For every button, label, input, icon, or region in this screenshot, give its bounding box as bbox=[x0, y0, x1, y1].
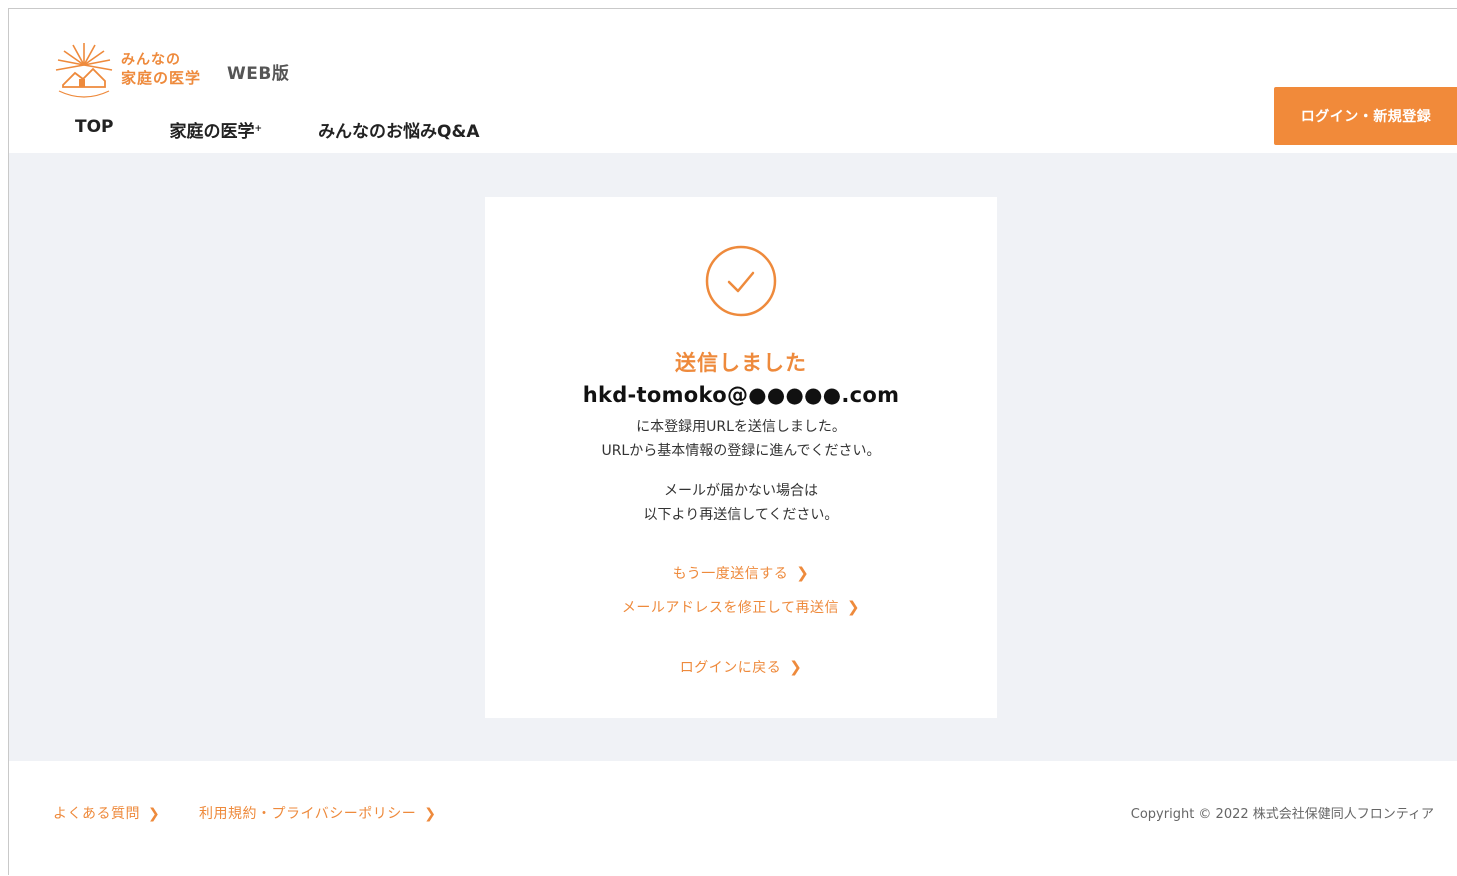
email-address: hkd-tomoko@●●●●●.com bbox=[582, 383, 900, 407]
sent-title: 送信しました bbox=[675, 351, 807, 375]
chevron-right-icon: ❯ bbox=[148, 806, 161, 822]
nav-plus-mark: + bbox=[254, 124, 263, 134]
edit-email-resend-link[interactable]: メールアドレスを修正して再送信 ❯ bbox=[485, 597, 997, 617]
nav-item-katei-no-igaku[interactable]: 家庭の医学+ bbox=[170, 117, 263, 142]
nav-item-top[interactable]: TOP bbox=[75, 117, 114, 142]
login-register-button[interactable]: ログイン・新規登録 bbox=[1274, 87, 1457, 145]
chevron-right-icon: ❯ bbox=[424, 806, 437, 822]
web-version-label: WEB版 bbox=[227, 64, 290, 84]
logo-line-1: みんなの bbox=[121, 52, 181, 68]
copyright-text: Copyright © 2022 株式会社保健同人フロンティア bbox=[1130, 807, 1434, 822]
main-nav: TOP 家庭の医学+ みんなのお悩みQ&A bbox=[75, 117, 536, 142]
resend-link[interactable]: もう一度送信する ❯ bbox=[485, 563, 997, 583]
chevron-right-icon: ❯ bbox=[796, 564, 810, 582]
sent-message-line-1: に本登録用URLを送信しました。 bbox=[636, 419, 846, 435]
faq-link[interactable]: よくある質問 ❯ bbox=[53, 803, 160, 823]
nav-item-katei-label: 家庭の医学 bbox=[169, 122, 255, 142]
chevron-right-icon: ❯ bbox=[789, 658, 803, 676]
browser-frame: みんなの 家庭の医学 WEB版 TOP 家庭の医学+ みんなのお悩みQ&A ログ… bbox=[8, 8, 1457, 876]
resend-instruction: メールが届かない場合は 以下より再送信してください。 bbox=[485, 479, 997, 527]
main-content: 送信しました hkd-tomoko@●●●●●.com に本登録用URLを送信し… bbox=[9, 153, 1457, 761]
sun-house-logo-icon bbox=[55, 43, 113, 98]
site-header: みんなの 家庭の医学 WEB版 TOP 家庭の医学+ みんなのお悩みQ&A ログ… bbox=[9, 9, 1457, 153]
site-footer: よくある質問 ❯ 利用規約・プライバシーポリシー ❯ Copyright © 202… bbox=[9, 761, 1457, 876]
resend-instruction-line-1: メールが届かない場合は bbox=[664, 483, 818, 499]
confirmation-card: 送信しました hkd-tomoko@●●●●●.com に本登録用URLを送信し… bbox=[485, 197, 997, 718]
faq-link-label: よくある質問 bbox=[53, 806, 140, 822]
back-to-login-label: ログインに戻る bbox=[679, 660, 782, 676]
site-logo[interactable]: みんなの 家庭の医学 bbox=[53, 41, 213, 101]
terms-privacy-link[interactable]: 利用規約・プライバシーポリシー ❯ bbox=[199, 803, 436, 823]
resend-link-label: もう一度送信する bbox=[672, 566, 789, 582]
back-to-login-link[interactable]: ログインに戻る ❯ bbox=[485, 657, 997, 677]
logo-line-2: 家庭の医学 bbox=[121, 69, 202, 87]
edit-email-link-label: メールアドレスを修正して再送信 bbox=[621, 600, 839, 616]
terms-link-label: 利用規約・プライバシーポリシー bbox=[199, 806, 417, 822]
check-circle-icon bbox=[705, 245, 777, 317]
sent-message: に本登録用URLを送信しました。 URLから基本情報の登録に進んでください。 bbox=[485, 415, 997, 463]
chevron-right-icon: ❯ bbox=[847, 598, 861, 616]
resend-instruction-line-2: 以下より再送信してください。 bbox=[643, 507, 839, 523]
logo-text: みんなの 家庭の医学 bbox=[121, 51, 201, 87]
nav-item-qa[interactable]: みんなのお悩みQ&A bbox=[318, 117, 479, 142]
sent-message-line-2: URLから基本情報の登録に進んでください。 bbox=[601, 443, 881, 459]
